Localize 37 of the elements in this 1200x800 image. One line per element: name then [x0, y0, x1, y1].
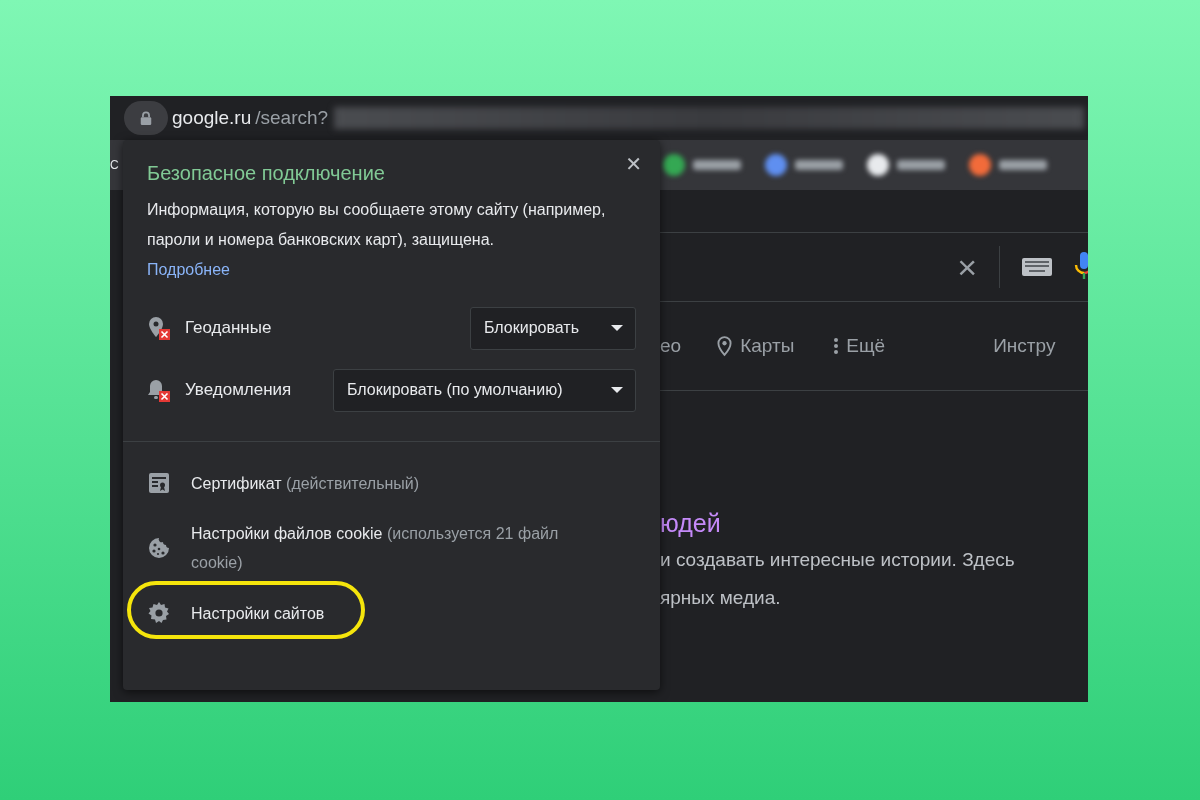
url-domain: google.ru	[172, 107, 252, 129]
search-tab[interactable]: ео	[660, 335, 682, 357]
dropdown-arrow-icon	[611, 387, 623, 393]
permission-label: Уведомления	[185, 380, 293, 400]
clear-button[interactable]: ×	[957, 250, 977, 284]
result-title[interactable]: юдей	[660, 509, 1088, 538]
connection-title: Безопасное подключение	[147, 162, 386, 185]
permission-label: Геоданные	[185, 318, 273, 338]
learn-more-link[interactable]: Подробнее	[147, 261, 230, 278]
bookmark-label[interactable]: С	[110, 158, 123, 172]
result-snippet: и создавать интересные истории. Здесь	[660, 548, 1016, 572]
result-snippet: ярных медиа.	[660, 586, 782, 610]
site-info-button[interactable]	[124, 101, 168, 135]
certificate-icon	[147, 471, 171, 495]
connection-description: Информация, которую вы сообщаете этому сайту (например, пароли и номера банковских карт), защищена.	[147, 201, 606, 248]
blurred-bookmark[interactable]	[867, 154, 945, 176]
blurred-bookmark[interactable]	[663, 154, 741, 176]
permission-dropdown[interactable]: Блокировать (по умолчанию)	[333, 368, 636, 412]
lock-icon	[139, 110, 153, 126]
close-button[interactable]: ✕	[621, 150, 646, 178]
microphone-icon	[1074, 252, 1088, 282]
search-tab[interactable]: Ещё	[834, 335, 886, 357]
search-tab[interactable]: Инстру	[993, 335, 1056, 357]
search-tab[interactable]: Карты	[717, 335, 795, 357]
more-icon	[834, 337, 839, 355]
blurred-bookmark[interactable]	[765, 154, 843, 176]
popup-menu-item[interactable]: Сертификат (действительный)	[123, 454, 660, 512]
settings-icon	[147, 601, 171, 625]
cookie-icon	[147, 536, 171, 560]
permission-dropdown[interactable]: Блокировать	[470, 306, 636, 350]
map-pin-icon	[717, 335, 733, 357]
popup-menu-item[interactable]: Настройки файлов cookie (используется 21 файл cookie)	[123, 512, 660, 584]
popup-menu-item[interactable]: Настройки сайтов	[123, 584, 660, 642]
url-path: /search?	[255, 107, 329, 129]
keyboard-icon	[1022, 258, 1052, 276]
dropdown-arrow-icon	[611, 325, 623, 331]
blurred-bookmark[interactable]	[969, 154, 1047, 176]
